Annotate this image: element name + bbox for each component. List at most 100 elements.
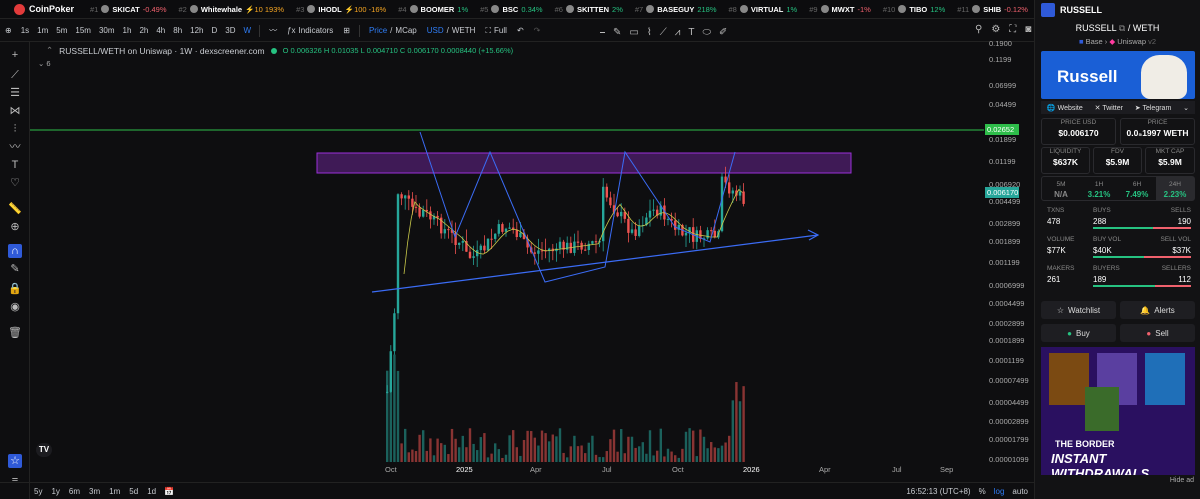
zoom-in-icon[interactable]: ⊕	[8, 220, 22, 234]
auto-scale-toggle[interactable]: auto	[1012, 487, 1028, 496]
range-1m[interactable]: 1m	[109, 487, 120, 496]
usd-weth-toggle[interactable]: USD / WETH	[422, 26, 481, 35]
fib-icon[interactable]: ☰	[8, 86, 22, 100]
ticker-item[interactable]: #8 VIRTUAL 1%	[723, 5, 804, 14]
sell-button[interactable]: ● Sell	[1120, 324, 1195, 342]
ticker-item[interactable]: #2 Whitewhale ⚡10 193%	[173, 5, 291, 14]
ticker-item[interactable]: #11 SHIB -0.12%	[951, 5, 1034, 14]
wave-icon[interactable]: 〰	[8, 140, 22, 154]
weth-option[interactable]: WETH	[452, 26, 476, 35]
alerts-button[interactable]: 🔔 Alerts	[1120, 301, 1195, 319]
usd-option[interactable]: USD	[427, 26, 444, 35]
timeframe-W[interactable]: W	[240, 26, 256, 35]
ruler-icon[interactable]: 📏	[8, 202, 22, 216]
percent-scale-toggle[interactable]: %	[979, 487, 986, 496]
collapse-icon[interactable]: ⌃	[46, 45, 53, 56]
timeframe-3D[interactable]: 3D	[221, 26, 239, 35]
hide-ad-link[interactable]: Hide ad	[1170, 477, 1194, 484]
ticker-item[interactable]: #1 SKICAT -0.49%	[84, 5, 172, 14]
timeframe-4h[interactable]: 4h	[152, 26, 169, 35]
ticker-item[interactable]: #6 SKITTEN 2%	[549, 5, 629, 14]
range-3m[interactable]: 3m	[89, 487, 100, 496]
timeframe-2h[interactable]: 2h	[135, 26, 152, 35]
timeframe-D[interactable]: D	[208, 26, 222, 35]
price-chart[interactable]	[30, 42, 984, 462]
change-24h[interactable]: 24H 2.23%	[1156, 177, 1194, 200]
layouts-icon[interactable]: ⊞	[338, 26, 355, 35]
fullscreen-icon[interactable]: ⛶	[1009, 24, 1016, 35]
change-5m[interactable]: 5M N/A	[1042, 177, 1080, 200]
add-symbol-icon[interactable]: ⊕	[0, 26, 17, 35]
eye-icon[interactable]: ◉	[8, 300, 22, 314]
range-6m[interactable]: 6m	[69, 487, 80, 496]
timeframe-1s[interactable]: 1s	[17, 26, 33, 35]
chain-name[interactable]: Base	[1086, 37, 1103, 46]
more-links-icon[interactable]: ⌄	[1183, 104, 1189, 112]
ticker-item[interactable]: #10 TIBO 12%	[877, 5, 951, 14]
camera-icon[interactable]: ◙	[1025, 24, 1031, 35]
watchlist-button[interactable]: ☆ Watchlist	[1041, 301, 1116, 319]
timeframe-1m[interactable]: 1m	[33, 26, 52, 35]
coinpoker-brand[interactable]: CoinPoker	[0, 3, 84, 15]
timeframe-15m[interactable]: 15m	[71, 26, 95, 35]
range-5y[interactable]: 5y	[34, 487, 42, 496]
ticker-item[interactable]: #7 BASEGUY 218%	[629, 5, 723, 14]
undo-icon[interactable]: ↶	[512, 26, 529, 35]
chart-type-icon[interactable]: 〰	[264, 25, 282, 36]
settings-icon[interactable]: ⚙	[991, 24, 1000, 35]
copy-icon[interactable]: ⧉	[1119, 23, 1125, 33]
log-scale-toggle[interactable]: log	[994, 487, 1005, 496]
zigzag-tool-icon[interactable]: ⩘	[675, 27, 681, 38]
timeframe-8h[interactable]: 8h	[169, 26, 186, 35]
dex-name[interactable]: Uniswap	[1117, 37, 1146, 46]
heart-icon[interactable]: ♡	[8, 176, 22, 190]
tradingview-logo[interactable]: TV	[36, 443, 52, 457]
text-tool-icon[interactable]: T	[688, 27, 694, 38]
brush-tool-icon[interactable]: ✐	[719, 27, 727, 38]
price-axis[interactable]: 0.1900 0.1199 0.06999 0.04499 0.01899 0.01199…	[985, 39, 1033, 464]
range-1d[interactable]: 1d	[147, 487, 156, 496]
pen-tool-icon[interactable]: ✎	[613, 27, 621, 38]
change-1h[interactable]: 1H 3.21%	[1080, 177, 1118, 200]
website-link[interactable]: 🌐 Website	[1047, 104, 1083, 112]
goto-date-icon[interactable]: 📅	[164, 487, 174, 496]
parallel-icon[interactable]: ⫶	[8, 122, 22, 136]
trendline-icon[interactable]: ⟋	[8, 68, 22, 82]
star-icon[interactable]: ☆	[8, 454, 22, 468]
timeframe-30m[interactable]: 30m	[95, 26, 119, 35]
time-axis[interactable]: Oct 2025 Apr Jul Oct 2026 Apr Jul Sep	[30, 462, 984, 476]
trash-icon[interactable]: 🗑	[8, 326, 22, 340]
mcap-option[interactable]: MCap	[395, 26, 416, 35]
lock-icon[interactable]: 🔒	[8, 282, 22, 296]
change-6h[interactable]: 6H 7.49%	[1118, 177, 1156, 200]
ad-banner[interactable]: THE BORDER INSTANT WITHDRAWALS	[1041, 347, 1195, 475]
timeframe-1h[interactable]: 1h	[119, 26, 136, 35]
twitter-link[interactable]: ✕ Twitter	[1095, 104, 1123, 112]
compare-icon[interactable]: ⚲	[975, 24, 982, 35]
ticker-item[interactable]: #4 BOOMER 1%	[392, 5, 474, 14]
text-icon[interactable]: T	[8, 158, 22, 172]
draw-mode-icon[interactable]: ✎	[8, 262, 22, 276]
pattern-icon[interactable]: ⋈	[8, 104, 22, 118]
price-mcap-toggle[interactable]: Price / MCap	[364, 26, 422, 35]
ticker-item[interactable]: #3 IHODL ⚡100 -16%	[290, 5, 392, 14]
price-option[interactable]: Price	[369, 26, 387, 35]
indicators-button[interactable]: ƒx Indicators	[282, 26, 338, 35]
ticker-item[interactable]: #5 BSC 0.34%	[474, 5, 548, 14]
trend-tool-icon[interactable]: ⟋	[660, 27, 667, 38]
timeframe-5m[interactable]: 5m	[52, 26, 71, 35]
ticker-item[interactable]: #9 MWXT -1%	[803, 5, 877, 14]
magnet-icon[interactable]: ∩	[8, 244, 22, 258]
range-1y[interactable]: 1y	[51, 487, 59, 496]
path-tool-icon[interactable]: ⌇	[647, 27, 652, 38]
range-5d[interactable]: 5d	[129, 487, 138, 496]
timeframe-12h[interactable]: 12h	[186, 26, 207, 35]
indicator-toggle[interactable]: ⌄ 6	[38, 59, 51, 68]
buy-button[interactable]: ● Buy	[1041, 324, 1116, 342]
ellipse-tool-icon[interactable]: ⬭	[702, 27, 711, 38]
telegram-link[interactable]: ➤ Telegram	[1135, 104, 1171, 112]
full-button[interactable]: ⛶ Full	[480, 26, 512, 36]
crosshair-icon[interactable]: +	[8, 48, 22, 62]
hline-tool-icon[interactable]: ⎯	[600, 27, 605, 38]
redo-icon[interactable]: ↷	[529, 26, 546, 35]
